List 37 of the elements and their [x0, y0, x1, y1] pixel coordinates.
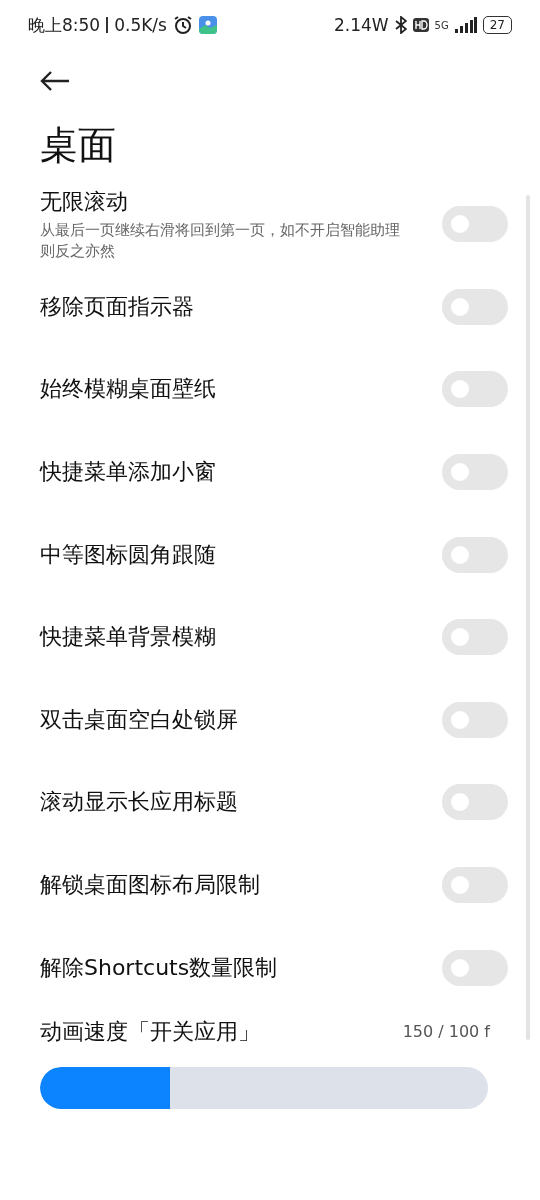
- setting-label: 解锁桌面图标布局限制: [40, 871, 260, 900]
- slider-track[interactable]: [40, 1066, 488, 1109]
- setting-label: 快捷菜单添加小窗: [40, 458, 216, 487]
- hd-icon: [412, 18, 429, 32]
- setting-label: 移除页面指示器: [40, 292, 194, 321]
- bluetooth-icon: [394, 16, 407, 34]
- setting-label: 始终模糊桌面壁纸: [40, 375, 216, 404]
- slider-label: 动画速度「开关应用」: [40, 1017, 260, 1046]
- toggle-switch[interactable]: [442, 371, 508, 408]
- setting-label: 解除Shortcuts数量限制: [40, 953, 278, 982]
- network-speed: 0.5K/s: [114, 15, 167, 35]
- toggle-switch[interactable]: [442, 949, 508, 986]
- slider-reading: 150 / 100 f: [402, 1022, 490, 1042]
- toggle-switch[interactable]: [442, 619, 508, 656]
- setting-label: 无限滚动: [40, 187, 129, 216]
- status-time: 晚上8:50: [28, 13, 101, 37]
- signal-icon: [454, 17, 477, 33]
- toggle-switch[interactable]: [442, 784, 508, 821]
- status-separator: [106, 17, 109, 33]
- setting-description: 从最后一页继续右滑将回到第一页，如不开启智能助理则反之亦然: [40, 219, 401, 262]
- setting-label: 快捷菜单背景模糊: [40, 623, 216, 652]
- toggle-switch[interactable]: [442, 536, 508, 573]
- toggle-switch[interactable]: [442, 454, 508, 491]
- setting-label: 双击桌面空白处锁屏: [40, 705, 238, 734]
- setting-label: 中等图标圆角跟随: [40, 540, 216, 569]
- toggle-switch[interactable]: [442, 288, 508, 325]
- battery-level: 27: [482, 16, 512, 34]
- gallery-icon: [198, 16, 217, 34]
- toggle-switch[interactable]: [442, 206, 508, 243]
- toggle-switch[interactable]: [442, 867, 508, 904]
- toggle-switch[interactable]: [442, 701, 508, 738]
- network-type: 5G: [434, 19, 449, 31]
- back-arrow-icon: [40, 70, 70, 92]
- setting-label: 滚动显示长应用标题: [40, 788, 238, 817]
- page-title: 桌面: [40, 122, 117, 169]
- power-reading: 2.14W: [333, 15, 389, 35]
- alarm-icon: [172, 15, 193, 35]
